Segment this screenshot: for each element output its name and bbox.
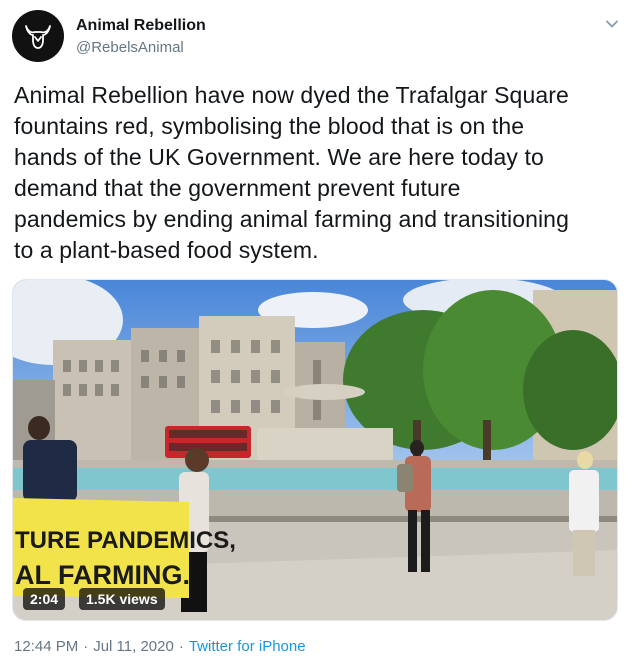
separator: · <box>83 638 89 655</box>
display-name[interactable]: Animal Rebellion <box>76 16 206 36</box>
video-duration-badge: 2:04 <box>23 588 66 610</box>
tweet-text-line: hands of the UK Government. We are here … <box>14 144 544 170</box>
video-thumbnail: TURE PANDEMICS, AL FARMING. <box>13 280 617 620</box>
separator: · <box>178 638 184 655</box>
tweet-text: Animal Rebellion have now dyed the Trafa… <box>14 80 620 266</box>
avatar[interactable] <box>12 10 64 62</box>
tweet-header: Animal Rebellion @RebelsAnimal <box>12 10 622 66</box>
banner-text-line: TURE PANDEMICS, <box>15 527 236 554</box>
tweet-text-line: fountains red, symbolising the blood tha… <box>14 113 525 139</box>
video-player[interactable]: TURE PANDEMICS, AL FARMING. 2:04 1.5K vi… <box>12 279 618 621</box>
video-views-badge: 1.5K views <box>79 588 165 610</box>
tweet-card: Animal Rebellion @RebelsAnimal Animal Re… <box>0 0 634 672</box>
tweet-date[interactable]: Jul 11, 2020 <box>93 638 174 655</box>
bull-logo-icon <box>25 25 51 49</box>
tweet-time[interactable]: 12:44 PM <box>14 638 78 655</box>
tweet-text-line: pandemics by ending animal farming and t… <box>14 206 569 232</box>
chevron-down-icon[interactable] <box>602 14 622 34</box>
banner-text-line: AL FARMING. <box>15 560 190 590</box>
user-handle[interactable]: @RebelsAnimal <box>76 38 206 58</box>
author-names: Animal Rebellion @RebelsAnimal <box>76 16 206 58</box>
tweet-footer: 12:44 PM · Jul 11, 2020 · Twitter for iPhone <box>14 637 306 657</box>
tweet-text-line: Animal Rebellion have now dyed the Trafa… <box>14 82 569 108</box>
tweet-text-line: to a plant-based food system. <box>14 237 319 263</box>
tweet-source-link[interactable]: Twitter for iPhone <box>189 638 306 655</box>
tweet-text-line: demand that the government prevent futur… <box>14 175 461 201</box>
